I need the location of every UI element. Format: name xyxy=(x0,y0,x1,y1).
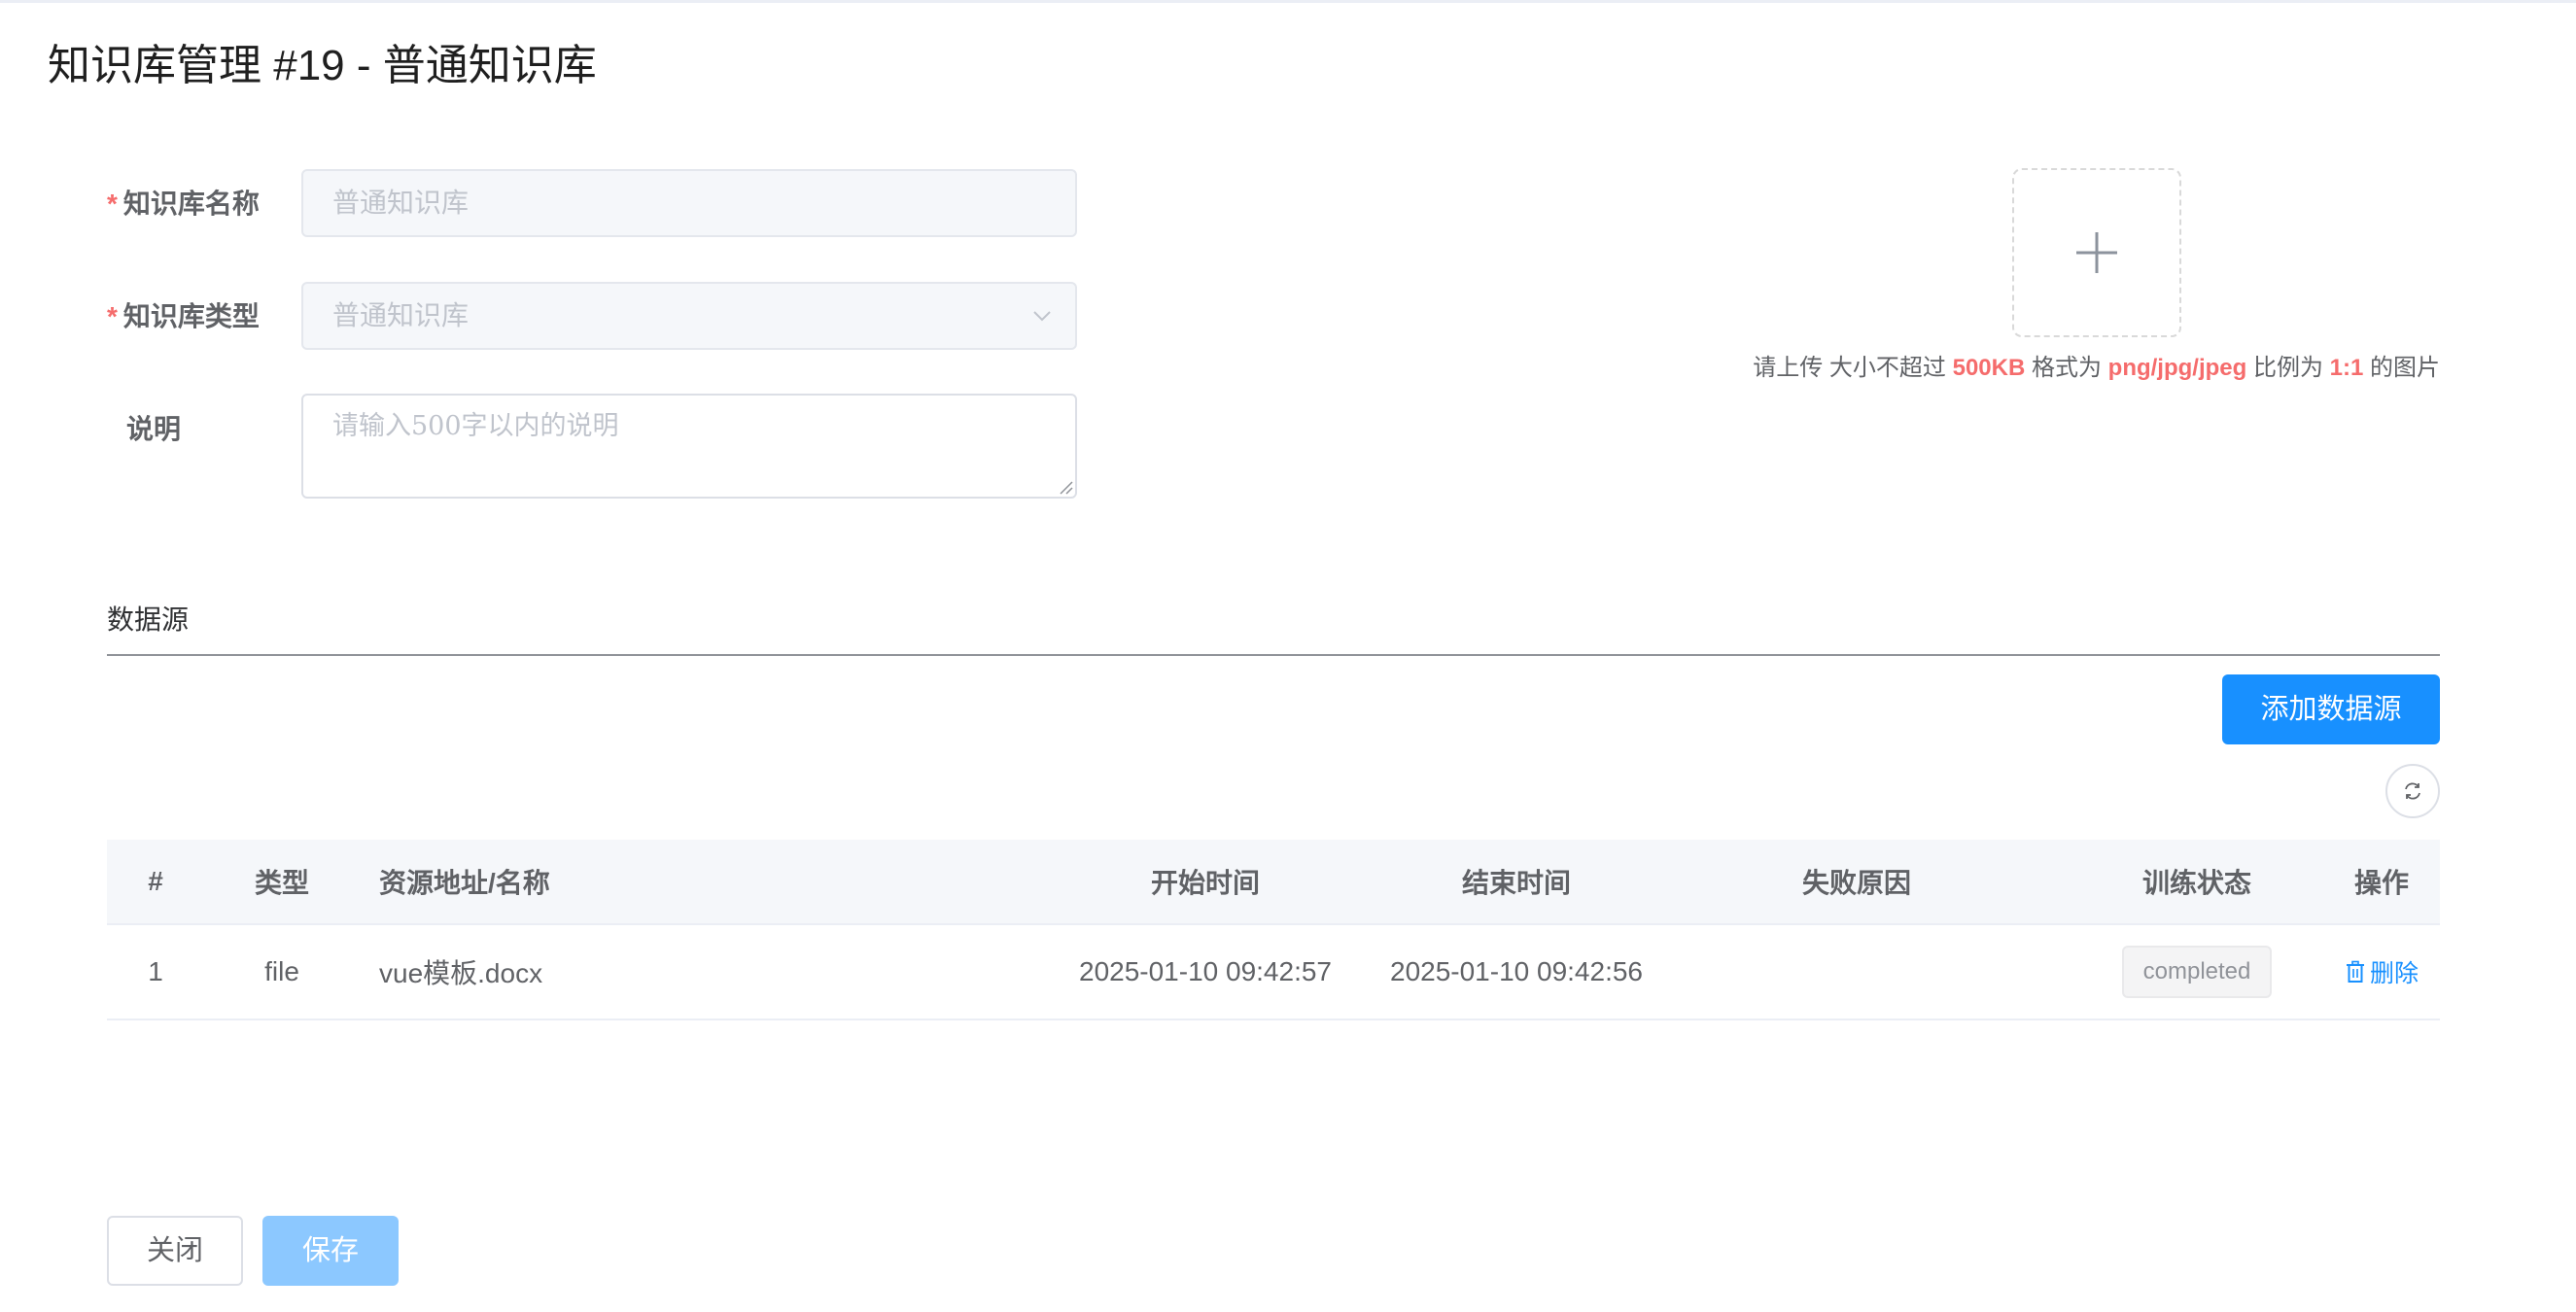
column-header-start-time: 开始时间 xyxy=(1150,868,1260,898)
status-badge: completed xyxy=(2121,946,2273,998)
name-label: * 知识库名称 xyxy=(107,189,260,219)
table-header: # 类型 资源地址/名称 开始时间 结束时间 失败原因 训练状态 操作 xyxy=(107,840,2440,925)
page-title: 知识库管理 #19 - 普通知识库 xyxy=(48,42,597,89)
close-button[interactable]: 关闭 xyxy=(107,1216,243,1286)
knowledge-base-dialog: 知识库管理 #19 - 普通知识库 * 知识库名称 普通知识库 * 知识库类型 普通… xyxy=(0,0,2576,1312)
resize-handle-icon[interactable] xyxy=(1058,479,1073,495)
row-actions: 删除 xyxy=(2304,925,2459,1019)
datasource-table: # 类型 资源地址/名称 开始时间 结束时间 失败原因 训练状态 操作 1 fi… xyxy=(107,840,2440,1020)
required-mark: * xyxy=(107,189,118,219)
upload-ratio: 1:1 xyxy=(2329,355,2364,381)
add-datasource-button[interactable]: 添加数据源 xyxy=(2222,674,2440,744)
name-input[interactable]: 普通知识库 xyxy=(301,169,1077,237)
row-source: vue模板.docx xyxy=(379,958,543,988)
name-input-value: 普通知识库 xyxy=(332,188,470,218)
column-header-actions: 操作 xyxy=(2353,868,2409,898)
required-mark: * xyxy=(107,301,118,331)
desc-placeholder: 请输入500字以内的说明 xyxy=(332,411,619,441)
desc-textarea[interactable]: 请输入500字以内的说明 xyxy=(301,394,1077,499)
plus-icon xyxy=(2076,232,2117,273)
section-divider xyxy=(107,654,2440,656)
upload-format: png/jpg/jpeg xyxy=(2107,355,2247,381)
column-header-fail-reason: 失败原因 xyxy=(1801,868,1911,898)
upload-size-limit: 500KB xyxy=(1952,355,2026,381)
type-select[interactable]: 普通知识库 xyxy=(301,282,1077,350)
column-header-source: 资源地址/名称 xyxy=(379,868,550,898)
type-label: * 知识库类型 xyxy=(107,301,260,331)
type-select-value: 普通知识库 xyxy=(332,300,470,330)
upload-tip: 请上传 大小不超过 500KB 格式为 png/jpg/jpeg 比例为 1:1… xyxy=(1753,355,2440,381)
row-status-cell: completed xyxy=(2051,925,2343,1019)
avatar-uploader[interactable] xyxy=(2012,168,2181,337)
datasource-title: 数据源 xyxy=(107,604,190,635)
refresh-icon xyxy=(2405,782,2420,800)
row-fail-reason xyxy=(1691,925,2022,1019)
table-row: 1 file vue模板.docx 2025-01-10 09:42:57 20… xyxy=(107,925,2440,1020)
row-type: file xyxy=(264,956,299,986)
chevron-down-icon xyxy=(1033,311,1051,322)
delete-label: 删除 xyxy=(2369,960,2419,987)
column-header-type: 类型 xyxy=(254,868,309,898)
column-header-end-time: 结束时间 xyxy=(1461,868,1571,898)
save-button[interactable]: 保存 xyxy=(262,1216,399,1286)
refresh-button[interactable] xyxy=(2385,764,2440,818)
row-index: 1 xyxy=(148,956,163,986)
desc-label: 说明 xyxy=(126,414,182,444)
top-border xyxy=(0,0,2576,3)
row-start-time: 2025-01-10 09:42:57 xyxy=(1079,956,1332,986)
trash-icon xyxy=(2346,960,2364,983)
column-header-status: 训练状态 xyxy=(2141,868,2251,898)
column-header-index: # xyxy=(148,866,163,896)
delete-button[interactable]: 删除 xyxy=(2345,954,2419,989)
row-end-time: 2025-01-10 09:42:56 xyxy=(1390,956,1643,986)
